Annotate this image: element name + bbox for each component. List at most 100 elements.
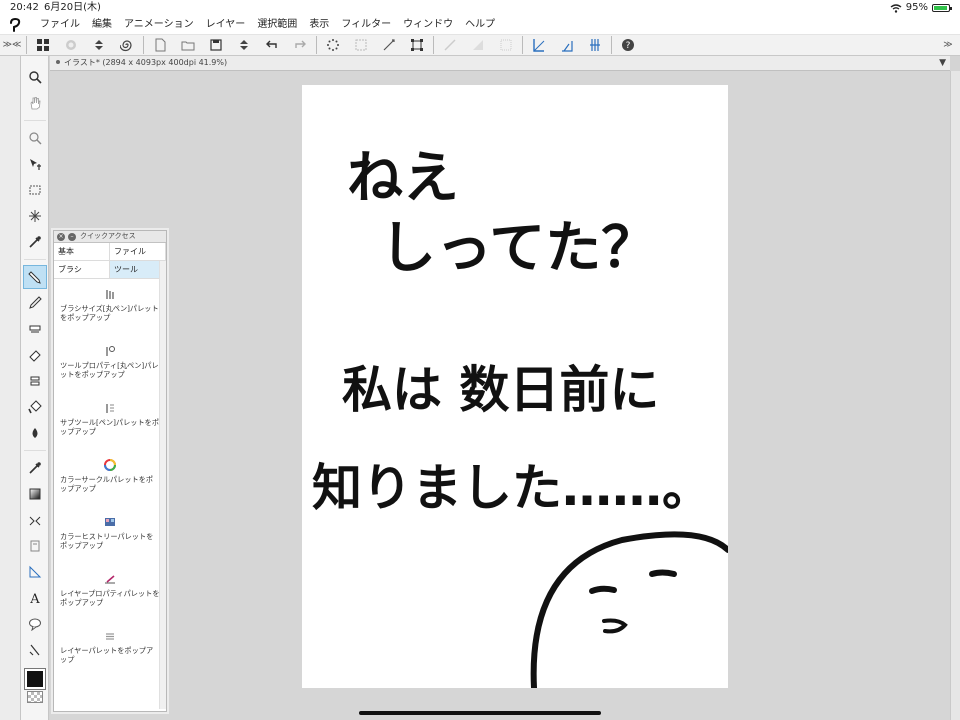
stepper-icon[interactable] <box>230 36 258 54</box>
vertical-scrollbar[interactable] <box>950 71 960 720</box>
main-color-swatch[interactable] <box>23 668 46 690</box>
menu-filter[interactable]: フィルター <box>335 16 397 34</box>
zoom-out-icon[interactable] <box>23 126 47 150</box>
drawing-layer: ねえ しってた？ 私は 数日前に 知りました……。 <box>312 146 728 688</box>
battery-percent: 95% <box>905 2 928 13</box>
divider <box>143 36 144 54</box>
menu-edit[interactable]: 編集 <box>86 16 118 34</box>
decoration-icon[interactable] <box>23 421 47 445</box>
menu-animation[interactable]: アニメーション <box>118 16 200 34</box>
list-item-label: カラーサークルパレットをポップアップ <box>60 475 154 493</box>
correction-icon[interactable] <box>23 638 47 662</box>
symmetric-ruler-icon[interactable] <box>553 36 581 54</box>
chevron-down-icon[interactable]: ▼ <box>939 56 946 70</box>
menu-file[interactable]: ファイル <box>34 16 86 34</box>
open-icon[interactable] <box>174 36 202 54</box>
home-indicator[interactable] <box>359 711 601 715</box>
subtool-icon <box>103 401 117 415</box>
list-item-label: ブラシサイズ[丸ペン]パレットをポップアップ <box>60 304 159 322</box>
fill-icon[interactable] <box>436 36 464 54</box>
border-icon[interactable] <box>492 36 520 54</box>
app-logo-icon[interactable] <box>4 16 26 34</box>
menu-selection[interactable]: 選択範囲 <box>251 16 303 34</box>
hand-icon[interactable] <box>23 91 47 115</box>
tab-basic[interactable]: 基本 <box>54 243 110 261</box>
minimize-icon[interactable]: – <box>68 232 76 241</box>
list-item[interactable]: レイヤープロパティパレットをポップアップ <box>54 568 166 625</box>
list-item[interactable]: レイヤーパレットをポップアップ <box>54 625 166 682</box>
ruler-icon[interactable] <box>23 560 47 584</box>
clear-selection-icon[interactable] <box>347 36 375 54</box>
brush-icon[interactable] <box>23 317 47 341</box>
menu-layer[interactable]: レイヤー <box>200 16 252 34</box>
tone-icon[interactable] <box>464 36 492 54</box>
color-circle-icon <box>103 458 117 472</box>
ruler-icon[interactable] <box>525 36 553 54</box>
menu-view[interactable]: 表示 <box>303 16 335 34</box>
zoom-icon[interactable] <box>23 65 47 89</box>
eyedropper2-icon[interactable] <box>23 456 47 480</box>
invert-selection-icon[interactable] <box>375 36 403 54</box>
menu-help[interactable]: ヘルプ <box>459 16 501 34</box>
balloon-icon[interactable] <box>23 612 47 636</box>
document-tab[interactable]: イラスト* (2894 x 4093px 400dpi 41.9%) ▼ <box>50 56 950 71</box>
new-doc-icon[interactable] <box>146 36 174 54</box>
right-dock-toggle[interactable]: ≫ <box>936 35 960 55</box>
perspective-ruler-icon[interactable] <box>581 36 609 54</box>
move-icon[interactable] <box>23 152 47 176</box>
svg-text:?: ? <box>626 41 631 51</box>
frame-icon[interactable] <box>23 534 47 558</box>
palette-title-bar[interactable]: × – クイックアクセス <box>54 231 166 243</box>
loading-icon[interactable] <box>319 36 347 54</box>
list-item[interactable]: ツールプロパティ[丸ペン]パレットをポップアップ <box>54 340 166 397</box>
tab-brush[interactable]: ブラシ <box>54 261 110 279</box>
figure-icon[interactable] <box>23 508 47 532</box>
quick-access-palette: × – クイックアクセス 基本 ファイル ブラシ ツール ブラシサイズ[丸ペン]… <box>53 230 167 712</box>
left-dock-toggle[interactable]: ≫ ≪ <box>0 35 24 55</box>
selection-icon[interactable] <box>23 178 47 202</box>
canvas-text-line4: 知りました……。 <box>312 459 712 517</box>
undo-icon[interactable] <box>258 36 286 54</box>
help-icon[interactable]: ? <box>614 36 642 54</box>
close-icon[interactable]: × <box>57 232 65 241</box>
spiral-icon[interactable] <box>113 36 141 54</box>
character-right-eye <box>649 569 677 577</box>
eyedropper-icon[interactable] <box>23 230 47 254</box>
tool-bar: A <box>21 56 49 720</box>
list-item[interactable]: カラーサークルパレットをポップアップ <box>54 454 166 511</box>
list-item[interactable]: カラーヒストリーパレットをポップアップ <box>54 511 166 568</box>
fill-icon[interactable] <box>23 395 47 419</box>
brush-size-icon <box>103 287 117 301</box>
divider <box>433 36 434 54</box>
character-head-outline <box>530 531 728 688</box>
transform-icon[interactable] <box>403 36 431 54</box>
blend-icon[interactable] <box>23 369 47 393</box>
left-toggle2-label: ≪ <box>12 40 22 50</box>
color-history-icon <box>103 515 117 529</box>
menu-window[interactable]: ウィンドウ <box>397 16 459 34</box>
list-item[interactable]: ブラシサイズ[丸ペン]パレットをポップアップ <box>54 283 166 340</box>
list-item[interactable]: サブツール[ペン]パレットをポップアップ <box>54 397 166 454</box>
command-bar: ≫ ≪ ? ≫ <box>0 35 960 56</box>
canvas-text-line2: しってた？ <box>380 216 657 281</box>
save-icon[interactable] <box>202 36 230 54</box>
quick-access-grid-icon[interactable] <box>29 36 57 54</box>
auto-select-icon[interactable] <box>23 204 47 228</box>
text-icon[interactable]: A <box>23 586 47 610</box>
redo-icon[interactable] <box>286 36 314 54</box>
palette-scrollbar[interactable] <box>159 261 166 709</box>
tab-file[interactable]: ファイル <box>110 243 166 261</box>
tab-tool[interactable]: ツール <box>110 261 166 279</box>
list-item-label: カラーヒストリーパレットをポップアップ <box>60 532 154 550</box>
canvas-text-line3: 私は 数日前に <box>342 361 659 419</box>
stepper-icon[interactable] <box>85 36 113 54</box>
gradient-icon[interactable] <box>23 482 47 506</box>
eraser-icon[interactable] <box>23 343 47 367</box>
palette-tabs: 基本 ファイル ブラシ ツール <box>54 243 166 279</box>
palette-list: ブラシサイズ[丸ペン]パレットをポップアップ ツールプロパティ[丸ペン]パレット… <box>54 279 166 682</box>
pencil-icon[interactable] <box>23 291 47 315</box>
pen-icon[interactable] <box>22 265 47 289</box>
canvas-page[interactable]: ねえ しってた？ 私は 数日前に 知りました……。 <box>302 85 728 688</box>
sub-color-swatch[interactable] <box>26 691 43 703</box>
record-icon[interactable] <box>57 36 85 54</box>
